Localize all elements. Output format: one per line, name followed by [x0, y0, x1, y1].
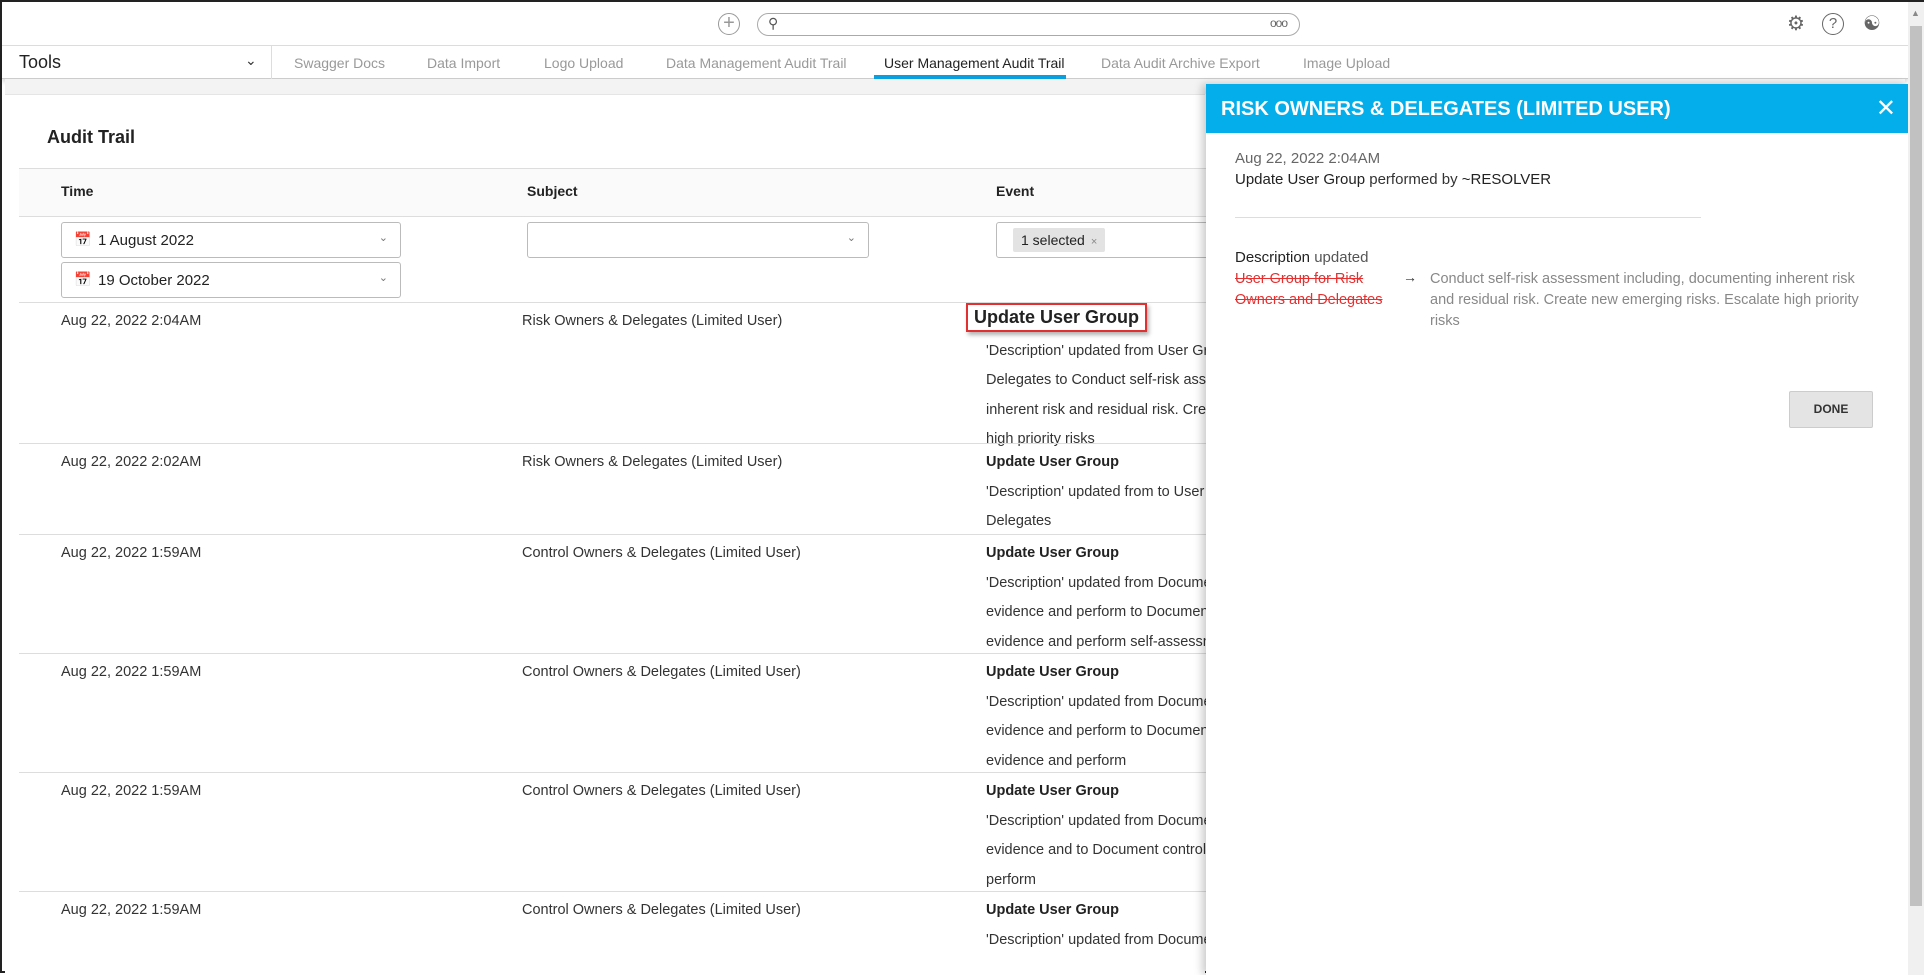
row-subject: Control Owners & Delegates (Limited User…: [522, 783, 801, 799]
calendar-icon: 📅: [74, 231, 92, 247]
field-name: Description: [1235, 249, 1311, 266]
row-subject: Risk Owners & Delegates (Limited User): [522, 313, 783, 329]
event-detail-line: Delegates to Conduct self-risk asse: [986, 372, 1206, 388]
close-icon[interactable]: ×: [1091, 236, 1097, 248]
field-suffix: updated: [1314, 249, 1369, 266]
chevron-down-icon: ⌄: [378, 232, 388, 244]
more-options-icon[interactable]: ooo: [1270, 16, 1288, 30]
row-subject: Control Owners & Delegates (Limited User…: [522, 545, 801, 561]
event-detail-line: Delegates: [986, 513, 1052, 529]
chevron-down-icon: ⌄: [378, 272, 388, 284]
chevron-down-icon: ⌄: [846, 232, 856, 244]
highlighted-event: Update User Group: [966, 303, 1148, 332]
calendar-icon: 📅: [74, 271, 92, 287]
tab-image-upload[interactable]: Image Upload: [1303, 55, 1390, 71]
performed-by-label: performed by: [1369, 171, 1458, 188]
row-event: Update User Group 'Description' updated f…: [986, 777, 1206, 895]
row-divider: [19, 653, 1206, 654]
help-icon[interactable]: ?: [1822, 13, 1844, 35]
event-name: Update User Group: [986, 783, 1119, 799]
top-bar: + ⚲ ooo ⚙ ? ☯: [2, 2, 1908, 46]
panel-title: RISK OWNERS & DELEGATES (LIMITED USER): [1206, 84, 1908, 133]
event-detail-line: 'Description' updated from Docume: [986, 693, 1206, 710]
event-detail-line: evidence and to Document control c: [986, 842, 1206, 858]
changed-field: Description updated: [1235, 249, 1368, 266]
row-time: Aug 22, 2022 1:59AM: [61, 664, 202, 680]
row-time: Aug 22, 2022 1:59AM: [61, 783, 202, 799]
tools-dropdown[interactable]: Tools: [19, 52, 61, 73]
row-time: Aug 22, 2022 1:59AM: [61, 902, 202, 918]
new-value: Conduct self-risk assessment including, …: [1430, 271, 1859, 329]
event-detail-line: 'Description' updated from Docume: [986, 574, 1206, 591]
row-divider: [19, 443, 1206, 444]
date-from-value: 1 August 2022: [98, 232, 194, 249]
user-profile-icon[interactable]: ☯: [1860, 12, 1884, 36]
divider: [1235, 217, 1701, 218]
old-value: User Group for Risk Owners and Delegates: [1235, 271, 1383, 308]
event-detail-line: evidence and perform to Document: [986, 604, 1206, 620]
row-subject: Control Owners & Delegates (Limited User…: [522, 664, 801, 680]
date-to-value: 19 October 2022: [98, 272, 210, 289]
tab-swagger-docs[interactable]: Swagger Docs: [294, 55, 385, 71]
tab-user-management-audit-trail[interactable]: User Management Audit Trail: [884, 55, 1065, 71]
gear-icon[interactable]: ⚙: [1784, 12, 1808, 36]
event-detail-line: evidence and perform to Document: [986, 723, 1206, 739]
search-icon: ⚲: [768, 15, 779, 31]
detail-side-panel: RISK OWNERS & DELEGATES (LIMITED USER) ✕…: [1206, 84, 1908, 975]
row-divider: [19, 534, 1206, 535]
panel-action: Update User Group performed by ~RESOLVER: [1235, 171, 1551, 188]
date-to-field[interactable]: 📅 19 October 2022 ⌄: [61, 262, 401, 298]
scroll-up-icon[interactable]: ▲: [1911, 8, 1920, 18]
event-name: Update User Group: [986, 902, 1119, 918]
scrollbar-thumb[interactable]: [1910, 26, 1922, 906]
row-subject: Control Owners & Delegates (Limited User…: [522, 902, 801, 918]
tools-nav: Tools ⌄ Swagger Docs Data Import Logo Up…: [2, 46, 1908, 79]
tab-data-audit-archive-export[interactable]: Data Audit Archive Export: [1101, 55, 1260, 71]
event-detail-line: 'Description' updated from Docume: [986, 812, 1206, 829]
column-header-time[interactable]: Time: [61, 183, 93, 199]
arrow-right-icon: →: [1403, 269, 1417, 285]
chip-label: 1 selected: [1021, 232, 1085, 248]
row-event: Update User Group 'Description' updated f…: [986, 896, 1206, 955]
event-detail-line: 'Description' updated from User Gro: [986, 342, 1206, 359]
tab-logo-upload[interactable]: Logo Upload: [544, 55, 623, 71]
event-filter-chip[interactable]: 1 selected ×: [1013, 228, 1106, 252]
row-event: Update User Group 'Description' updated f…: [986, 539, 1206, 657]
action-name: Update User Group: [1235, 171, 1366, 188]
done-button[interactable]: DONE: [1789, 391, 1873, 428]
page-title: Audit Trail: [47, 127, 136, 147]
row-event: Update User Group 'Description' updated f…: [986, 448, 1206, 537]
performed-by-user: ~RESOLVER: [1461, 171, 1552, 188]
row-subject: Risk Owners & Delegates (Limited User): [522, 454, 783, 470]
row-divider: [19, 772, 1206, 773]
event-name: Update User Group: [986, 664, 1119, 680]
column-header-subject[interactable]: Subject: [527, 183, 578, 199]
event-name: Update User Group: [986, 454, 1119, 470]
tab-data-import[interactable]: Data Import: [427, 55, 500, 71]
divider: [271, 46, 272, 79]
row-divider: [19, 891, 1206, 892]
column-header-event[interactable]: Event: [996, 183, 1034, 199]
row-time: Aug 22, 2022 1:59AM: [61, 545, 202, 561]
close-icon[interactable]: ✕: [1876, 94, 1896, 123]
add-icon[interactable]: +: [718, 13, 740, 35]
event-detail-line: 'Description' updated from Docume: [986, 931, 1206, 948]
row-time: Aug 22, 2022 2:04AM: [61, 313, 202, 329]
tab-data-management-audit-trail[interactable]: Data Management Audit Trail: [666, 55, 847, 71]
chevron-down-icon[interactable]: ⌄: [245, 52, 257, 69]
row-time: Aug 22, 2022 2:02AM: [61, 454, 202, 470]
panel-date: Aug 22, 2022 2:04AM: [1235, 150, 1381, 167]
search-input[interactable]: ⚲ ooo: [757, 13, 1300, 36]
row-event: Update User Group 'Description' updated f…: [986, 658, 1206, 776]
date-from-field[interactable]: 📅 1 August 2022 ⌄: [61, 222, 401, 258]
subject-filter-select[interactable]: ⌄: [527, 222, 869, 258]
event-detail-line: 'Description' updated from to User G: [986, 483, 1206, 500]
event-name: Update User Group: [986, 545, 1119, 561]
event-detail-line: inherent risk and residual risk. Creat: [986, 401, 1206, 418]
